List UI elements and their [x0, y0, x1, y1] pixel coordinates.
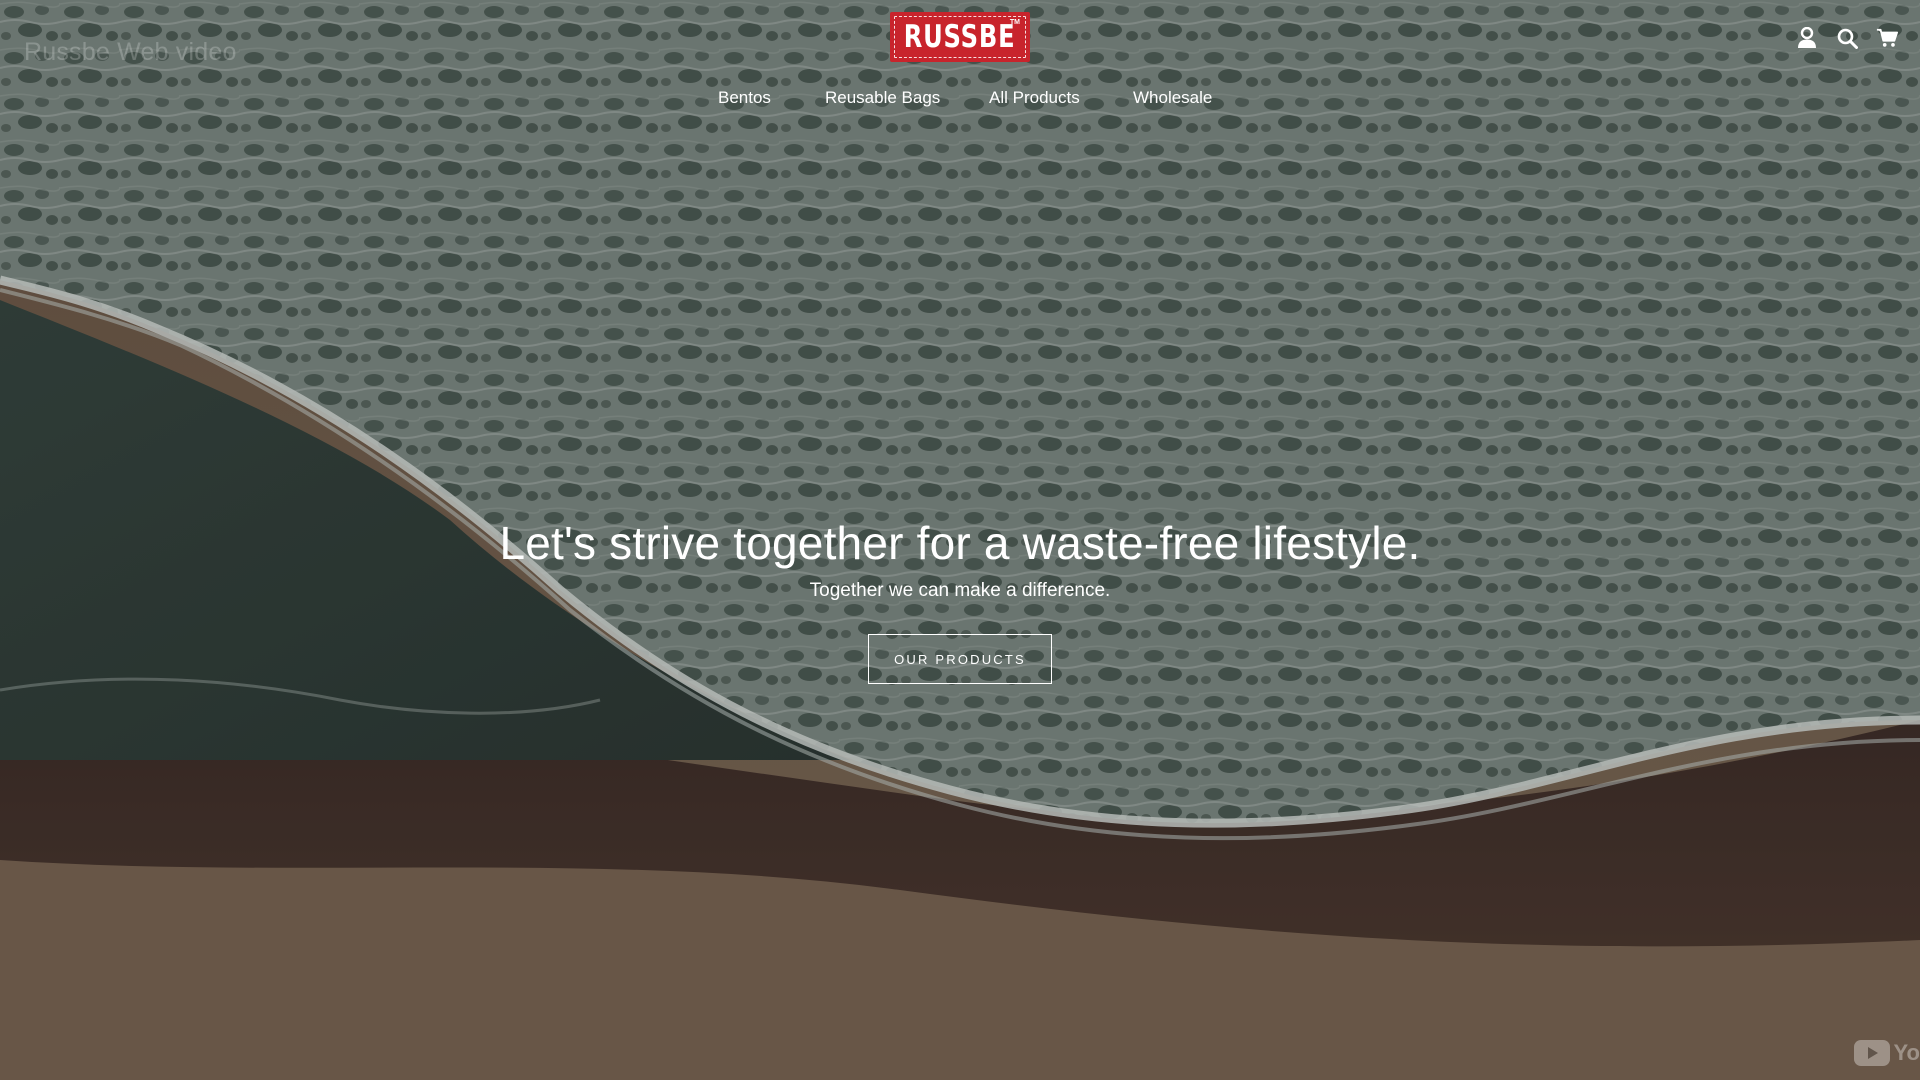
cart-icon[interactable]	[1876, 26, 1898, 50]
search-icon[interactable]	[1836, 26, 1858, 50]
hero-subtitle: Together we can make a difference.	[809, 580, 1111, 601]
youtube-watermark[interactable]: Yo	[1853, 1040, 1920, 1066]
hero-video-section: Russbe Web video RUSSBE TM Bentos Reusab…	[0, 0, 1920, 1080]
main-navigation: Bentos Reusable Bags All Products Wholes…	[0, 88, 1920, 114]
site-logo[interactable]: RUSSBE TM	[890, 12, 1030, 62]
logo-trademark: TM	[1009, 19, 1020, 26]
youtube-wordmark: Yo	[1893, 1040, 1920, 1065]
nav-item-wholesale[interactable]: Wholesale	[1133, 88, 1212, 108]
video-title[interactable]: Russbe Web video	[24, 38, 237, 67]
nav-item-all-products[interactable]: All Products	[989, 88, 1080, 108]
hero-title: Let's strive together for a waste-free l…	[499, 517, 1421, 569]
our-products-button[interactable]: OUR PRODUCTS	[868, 634, 1052, 684]
nav-item-bentos[interactable]: Bentos	[718, 88, 771, 108]
account-icon[interactable]	[1796, 26, 1818, 50]
logo-wordmark: RUSSBE	[904, 18, 1016, 55]
youtube-play-icon	[1853, 1040, 1890, 1066]
nav-item-reusable-bags[interactable]: Reusable Bags	[825, 88, 940, 108]
header-actions	[1796, 26, 1898, 50]
